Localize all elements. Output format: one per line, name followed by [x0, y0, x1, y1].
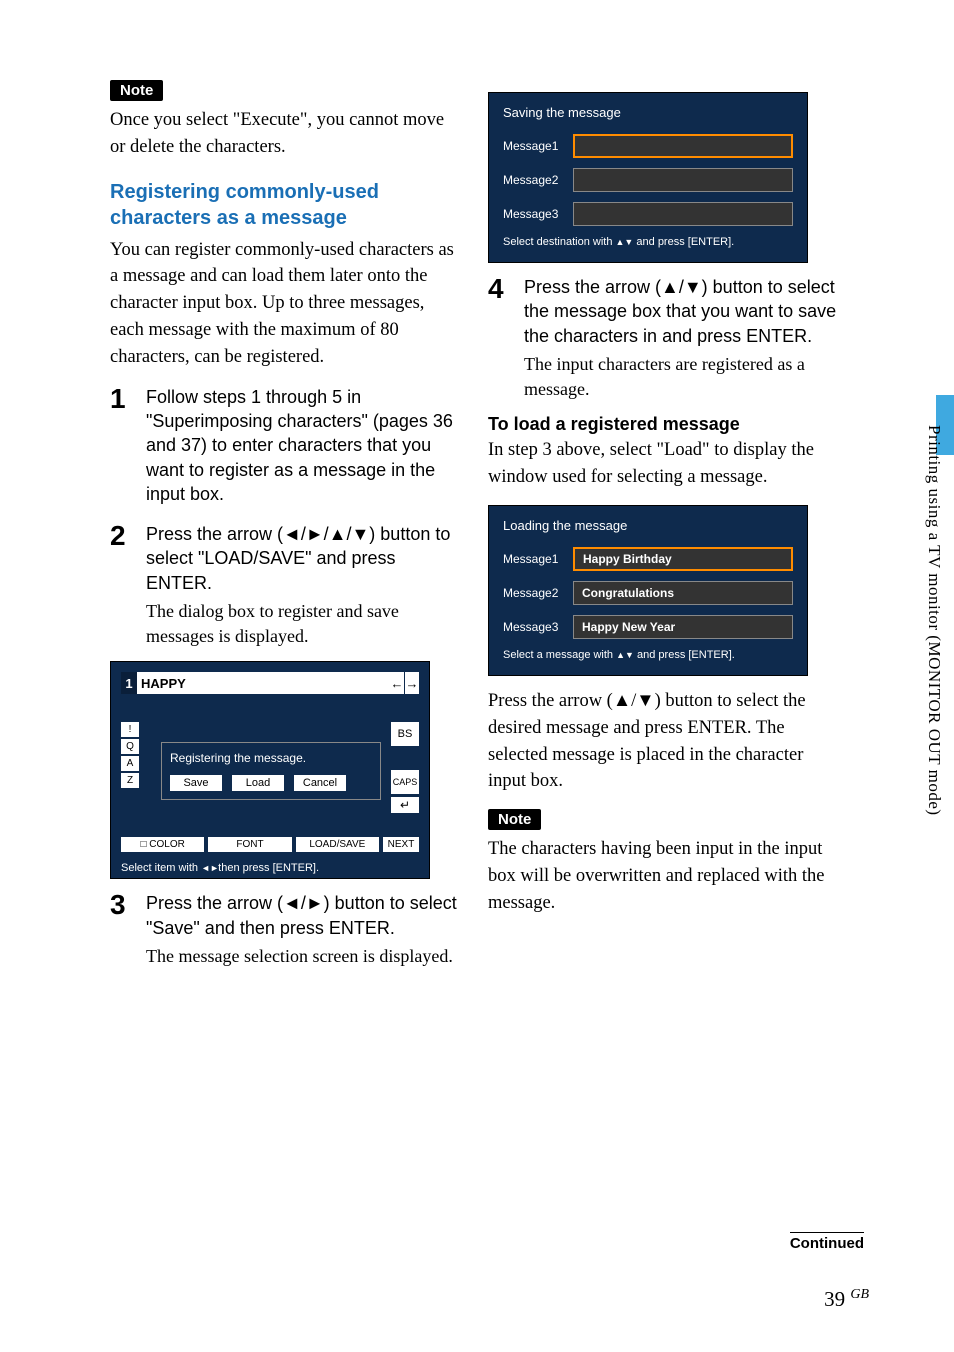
step-2: 2 Press the arrow (◄/►/▲/▼) button to se… — [110, 522, 460, 649]
key: ! — [121, 722, 139, 737]
msg3-box: Happy New Year — [573, 615, 793, 639]
foot-arrow-icons: ▲▼ — [616, 650, 634, 660]
msg3-label: Message3 — [503, 207, 565, 221]
step-4-sub: The input characters are registered as a… — [524, 352, 838, 402]
step-3: 3 Press the arrow (◄/►) button to select… — [110, 891, 460, 969]
step-4-title: Press the arrow (▲/▼) button to select t… — [524, 275, 838, 348]
load-heading: To load a registered message — [488, 414, 838, 435]
sim-title: Loading the message — [503, 518, 793, 533]
dialog-save-button: Save — [170, 775, 222, 791]
hint-prefix: Select item with — [121, 862, 198, 874]
msg2-box — [573, 168, 793, 192]
note-badge: Note — [110, 80, 163, 101]
msg2-label: Message2 — [503, 173, 565, 187]
step-1: 1 Follow steps 1 through 5 in "Superimpo… — [110, 385, 460, 510]
foot-prefix: Select a message with — [503, 649, 613, 661]
msg1-box — [573, 134, 793, 158]
key: Z — [121, 773, 139, 788]
note-text-bottom: The characters having been input in the … — [488, 836, 838, 916]
foot-suffix: and press [ENTER]. — [636, 236, 734, 248]
msg1-box: Happy Birthday — [573, 547, 793, 571]
tab-font: FONT — [208, 837, 291, 852]
key-caps: CAPS — [391, 770, 419, 794]
section-intro: You can register commonly-used character… — [110, 237, 460, 371]
msg2-label: Message2 — [503, 586, 565, 600]
page-number: 39 GB — [824, 1287, 869, 1312]
step-1-title: Follow steps 1 through 5 in "Superimposi… — [146, 385, 460, 506]
section-heading: Registering commonly-used characters as … — [110, 179, 460, 231]
hint-suffix: then press [ENTER]. — [218, 862, 319, 874]
msg3-label: Message3 — [503, 620, 565, 634]
step-num: 1 — [110, 385, 132, 413]
dialog-title: Registering the message. — [170, 751, 372, 765]
input-text: HAPPY — [141, 676, 186, 691]
key-bs: BS — [391, 722, 419, 746]
side-text: Printing using a TV monitor (MONITOR OUT… — [924, 425, 944, 816]
register-dialog-screenshot: 1 HAPPY ← → ! Q A Z BS CAPS ↵ Registerin… — [110, 661, 430, 879]
cursor-left-icon: ← — [390, 672, 404, 694]
continued-label: Continued — [790, 1232, 864, 1252]
hint-arrow-icons: ◄► — [201, 863, 215, 873]
dialog-load-button: Load — [232, 775, 284, 791]
msg2-box: Congratulations — [573, 581, 793, 605]
cursor-right-icon: → — [405, 672, 419, 694]
step-2-sub: The dialog box to register and save mess… — [146, 599, 460, 649]
step-3-title: Press the arrow (◄/►) button to select "… — [146, 891, 460, 940]
step-3-sub: The message selection screen is displaye… — [146, 944, 460, 969]
key-enter-icon: ↵ — [391, 797, 419, 813]
step-4: 4 Press the arrow (▲/▼) button to select… — [488, 275, 838, 402]
tab-loadsave: LOAD/SAVE — [296, 837, 379, 852]
foot-suffix: and press [ENTER]. — [637, 649, 735, 661]
step-num: 2 — [110, 522, 132, 550]
saving-message-screenshot: Saving the message Message1 Message2 Mes… — [488, 92, 808, 263]
sim-title: Saving the message — [503, 105, 793, 120]
foot-prefix: Select destination with — [503, 236, 612, 248]
load-after: Press the arrow (▲/▼) button to select t… — [488, 688, 838, 795]
msg3-box — [573, 202, 793, 226]
msg1-label: Message1 — [503, 552, 565, 566]
key: Q — [121, 739, 139, 754]
foot-arrow-icons: ▲▼ — [616, 237, 634, 247]
tab-color: COLOR — [121, 837, 204, 852]
tab-next: NEXT — [383, 837, 419, 852]
step-num: 4 — [488, 275, 510, 303]
msg1-label: Message1 — [503, 139, 565, 153]
input-index: 1 — [121, 672, 137, 694]
loading-message-screenshot: Loading the message Message1 Happy Birthd… — [488, 505, 808, 676]
key: A — [121, 756, 139, 771]
load-body: In step 3 above, select "Load" to displa… — [488, 437, 838, 491]
dialog-cancel-button: Cancel — [294, 775, 346, 791]
note-badge: Note — [488, 809, 541, 830]
note-text-top: Once you select "Execute", you cannot mo… — [110, 107, 460, 161]
step-num: 3 — [110, 891, 132, 919]
step-2-title: Press the arrow (◄/►/▲/▼) button to sele… — [146, 522, 460, 595]
